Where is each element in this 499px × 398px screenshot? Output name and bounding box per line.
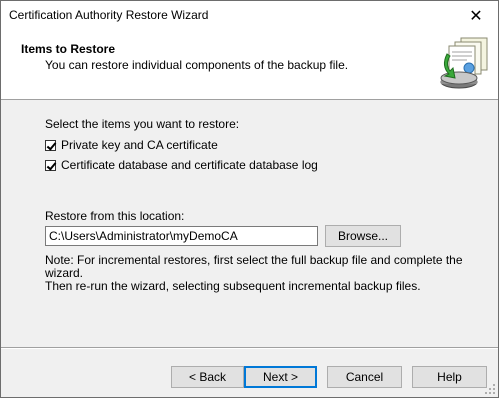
cancel-button[interactable]: Cancel <box>327 366 402 388</box>
location-label: Restore from this location: <box>45 209 185 223</box>
back-button[interactable]: < Back <box>171 366 244 388</box>
cert-database-checkbox-label[interactable]: Certificate database and certificate dat… <box>61 158 318 172</box>
footer-divider <box>1 347 498 349</box>
private-key-checkbox[interactable] <box>45 139 56 151</box>
window-title: Certification Authority Restore Wizard <box>9 8 209 22</box>
browse-button[interactable]: Browse... <box>325 225 401 247</box>
incremental-note: Note: For incremental restores, first se… <box>45 254 465 293</box>
page-title: Items to Restore <box>21 42 116 56</box>
wizard-header: Items to Restore You can restore individ… <box>1 30 498 100</box>
cert-database-checkbox-row[interactable]: Certificate database and certificate dat… <box>45 158 318 172</box>
items-prompt: Select the items you want to restore: <box>45 117 240 131</box>
page-subtitle: You can restore individual components of… <box>45 58 349 72</box>
help-button[interactable]: Help <box>412 366 487 388</box>
note-line-2: Then re-run the wizard, selecting subseq… <box>45 279 421 293</box>
private-key-checkbox-label[interactable]: Private key and CA certificate <box>61 138 218 152</box>
title-bar[interactable]: Certification Authority Restore Wizard ✕ <box>1 1 498 30</box>
wizard-content: Select the items you want to restore: Pr… <box>1 100 498 347</box>
next-button[interactable]: Next > <box>244 366 317 388</box>
resize-grip-icon[interactable] <box>484 383 496 395</box>
private-key-checkbox-row[interactable]: Private key and CA certificate <box>45 138 218 152</box>
note-line-1: Note: For incremental restores, first se… <box>45 253 463 280</box>
cert-database-checkbox[interactable] <box>45 159 56 171</box>
location-input[interactable] <box>45 226 318 246</box>
certificate-restore-icon <box>440 37 488 89</box>
wizard-window: Certification Authority Restore Wizard ✕… <box>0 0 499 398</box>
close-icon[interactable]: ✕ <box>454 1 498 30</box>
